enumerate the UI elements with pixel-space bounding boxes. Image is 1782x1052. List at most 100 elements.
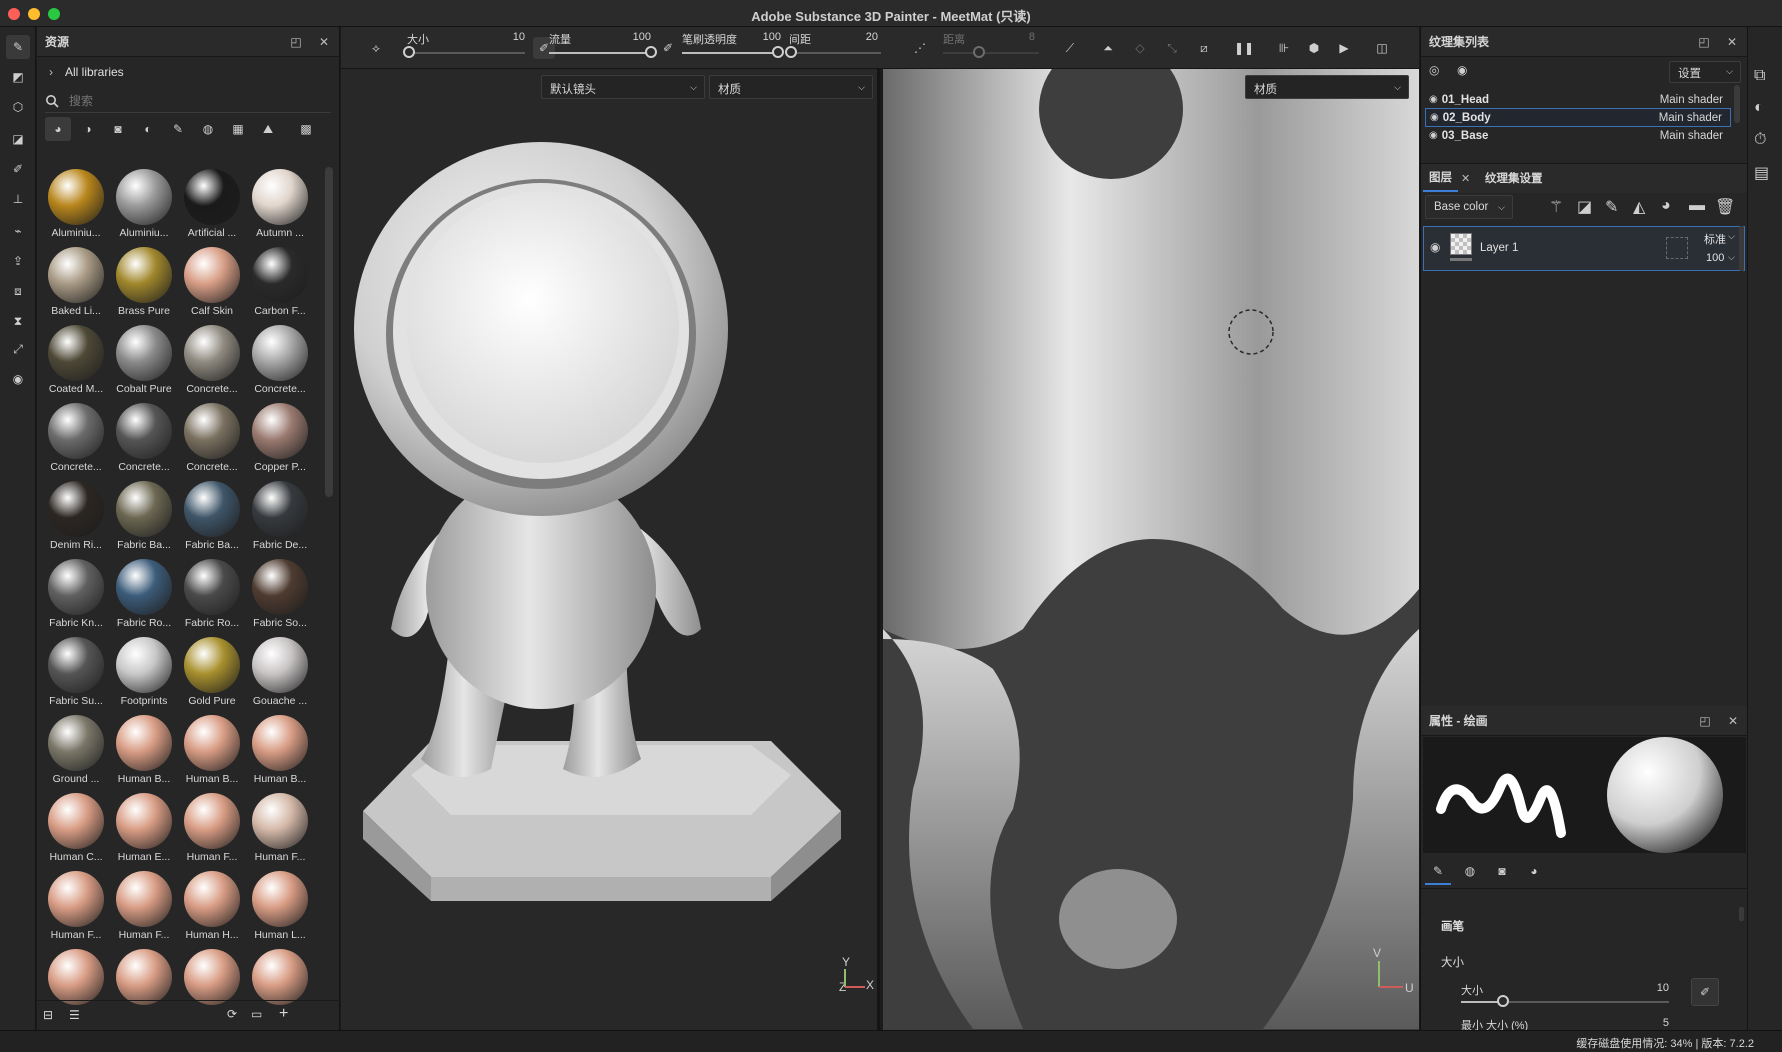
asset-item[interactable]: Human F... (111, 869, 177, 947)
size-slider[interactable] (407, 52, 525, 54)
asset-item[interactable]: Human F... (179, 791, 245, 869)
history-icon[interactable]: ⏱ (1754, 131, 1766, 149)
layer-name[interactable]: Layer 1 (1480, 242, 1518, 254)
stencil-icon[interactable]: ◇ (1129, 37, 1151, 59)
close-icon[interactable]: ✕ (317, 35, 331, 49)
channel-select[interactable]: Base color ⌵ (1425, 195, 1513, 219)
import-icon[interactable]: ⊟ (43, 1008, 53, 1022)
flow-slider-knob[interactable] (645, 46, 657, 58)
cube-view-icon[interactable]: ⬢ (1303, 37, 1325, 59)
projection-icon[interactable]: ⬡ (6, 95, 30, 119)
add-fill-layer-icon[interactable]: ◭ (1633, 197, 1645, 217)
asset-item[interactable]: Coated M... (43, 323, 109, 401)
undock-icon[interactable]: ◰ (1697, 35, 1711, 49)
asset-item[interactable]: Concrete... (111, 401, 177, 479)
prop-size-value[interactable]: 10 (1637, 982, 1669, 994)
camera-view-icon[interactable]: ◉ (6, 367, 30, 391)
stencil-tab-icon[interactable]: ◙ (1489, 859, 1515, 885)
asset-item[interactable]: Concrete... (247, 323, 313, 401)
layer-mask-slot[interactable] (1666, 237, 1688, 259)
display-settings-icon[interactable]: ◐ (1754, 99, 1764, 117)
properties-scrollbar[interactable] (1739, 907, 1744, 921)
min-size-value[interactable]: 5 (1637, 1017, 1669, 1029)
filter-textures-icon[interactable]: ▦ (225, 117, 251, 141)
tab-texture-set-settings[interactable]: 纹理集设置 (1479, 164, 1549, 192)
asset-item[interactable]: Gouache ... (247, 635, 313, 713)
measure-icon[interactable]: ⧗ (6, 309, 30, 333)
add-paint-layer-icon[interactable]: ✎ (1605, 197, 1618, 217)
selection-mask-icon[interactable]: ⧄ (1193, 37, 1215, 59)
asset-item[interactable]: Gold Pure (179, 635, 245, 713)
transform-icon[interactable]: ⤢ (6, 337, 30, 361)
size-slider-knob[interactable] (403, 46, 416, 58)
texture-set-row[interactable]: ◉ 01_Head Main shader (1425, 90, 1731, 109)
material-tab-icon[interactable]: ◕ (1521, 859, 1547, 885)
add-folder-icon[interactable]: ▬ (1689, 197, 1705, 215)
asset-item[interactable]: Fabric De... (247, 479, 313, 557)
alpha-tab-icon[interactable]: ◍ (1457, 859, 1483, 885)
asset-item[interactable]: Fabric So... (247, 557, 313, 635)
eye-icon[interactable]: ◉ (1457, 63, 1467, 77)
geometry-mask-icon[interactable]: ⧈ (6, 279, 30, 303)
screenshot-icon[interactable]: ◫ (1371, 37, 1393, 59)
asset-item[interactable]: Fabric Su... (43, 635, 109, 713)
texture-set-row[interactable]: ◉ 03_Base Main shader (1425, 126, 1731, 145)
filter-all-icon[interactable]: ◕ (45, 117, 71, 141)
asset-item[interactable]: Fabric Ba... (111, 479, 177, 557)
opacity-slider-knob[interactable] (772, 46, 784, 58)
asset-item[interactable]: Human F... (247, 791, 313, 869)
clone-stamp-icon[interactable]: ⊥ (6, 187, 30, 211)
camera-icon[interactable]: ▶ (1333, 37, 1355, 59)
tab-layers[interactable]: 图层 (1423, 164, 1458, 192)
opacity-slider[interactable] (682, 52, 778, 54)
bake-icon[interactable]: ⇪ (6, 249, 30, 273)
asset-item[interactable]: Artificial ... (179, 167, 245, 245)
brush-tab-icon[interactable]: ✎ (1425, 859, 1451, 885)
asset-item[interactable]: Concrete... (179, 401, 245, 479)
filter-procedurals-icon[interactable]: ◍ (195, 117, 221, 141)
eye-icon[interactable]: ◉ (1429, 94, 1438, 105)
filter-brushes-icon[interactable]: ✎ (165, 117, 191, 141)
close-icon[interactable]: ✕ (1461, 172, 1470, 185)
list-view-icon[interactable]: ☰ (69, 1008, 80, 1022)
eraser-icon[interactable]: ◩ (6, 65, 30, 89)
asset-item[interactable]: Ground ... (43, 713, 109, 791)
add-effect-icon[interactable]: ⚚ (1549, 197, 1563, 217)
prop-size-slider[interactable] (1461, 1001, 1669, 1003)
pause-icon[interactable]: ❚❚ (1233, 37, 1255, 59)
split-view-icon[interactable]: ⊪ (1273, 37, 1295, 59)
symmetry-brush-icon[interactable]: ⟡ (365, 37, 387, 59)
texture-set-scrollbar[interactable] (1734, 85, 1740, 123)
asset-item[interactable]: Fabric Ro... (111, 557, 177, 635)
pressure-flow-icon[interactable]: ✐ (657, 37, 679, 59)
asset-scrollbar[interactable] (325, 167, 333, 497)
asset-item[interactable]: Human B... (111, 713, 177, 791)
add-icon[interactable]: + (279, 1005, 288, 1023)
log-icon[interactable]: ▤ (1754, 163, 1769, 183)
asset-item[interactable]: Aluminiu... (111, 167, 177, 245)
asset-item[interactable]: Calf Skin (179, 245, 245, 323)
flow-slider[interactable] (549, 52, 651, 54)
viewport2d-mode-select[interactable]: 材质 ⌵ (1245, 75, 1409, 99)
filter-environments-icon[interactable]: ⛰ (255, 117, 281, 141)
asset-item[interactable]: Concrete... (43, 401, 109, 479)
filter-smart-icon[interactable]: ◐ (135, 117, 161, 141)
eye-icon[interactable]: ◉ (1429, 130, 1438, 141)
filter-masks-icon[interactable]: ◙ (105, 117, 131, 141)
asset-item[interactable]: Copper P... (247, 401, 313, 479)
smudge-icon[interactable]: ✐ (6, 157, 30, 181)
asset-item[interactable]: Autumn ... (247, 167, 313, 245)
close-icon[interactable]: ✕ (1726, 714, 1740, 728)
symmetry-icon[interactable]: ⏶ (1097, 37, 1119, 59)
color-picker-icon[interactable]: ⌁ (6, 219, 30, 243)
opacity-value[interactable]: 100 (751, 31, 781, 43)
asset-item[interactable]: Baked Li... (43, 245, 109, 323)
asset-item[interactable]: Human L... (247, 869, 313, 947)
refresh-icon[interactable]: ⟳ (227, 1007, 237, 1021)
prop-size-slider-knob[interactable] (1496, 995, 1509, 1007)
filter-materials-icon[interactable]: ◑ (75, 117, 101, 141)
line-mode-icon[interactable]: ⟋ (1059, 37, 1081, 59)
undock-icon[interactable]: ◰ (289, 35, 303, 49)
polygon-fill-icon[interactable]: ◪ (6, 127, 30, 151)
asset-item[interactable]: Human B... (247, 713, 313, 791)
